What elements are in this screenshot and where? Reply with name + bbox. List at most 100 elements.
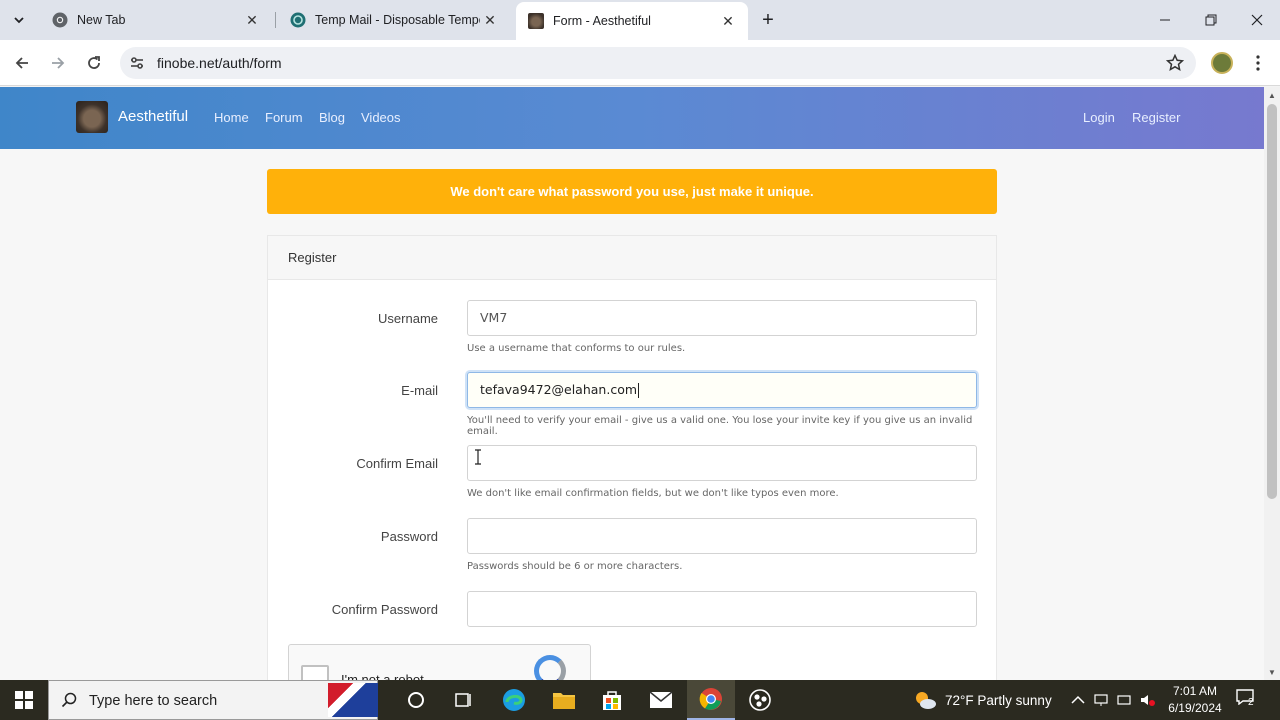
nav-link-videos[interactable]: Videos — [361, 110, 401, 125]
chrome-icon — [52, 12, 68, 28]
partly-sunny-icon — [916, 692, 936, 709]
site-favicon — [528, 13, 544, 29]
card-title: Register — [288, 250, 337, 265]
minimize-button[interactable] — [1142, 0, 1188, 40]
confirm-email-label: Confirm Email — [356, 456, 438, 471]
site-info-icon[interactable] — [128, 54, 146, 72]
password-alert: We don't care what password you use, jus… — [267, 169, 997, 214]
tab-new-tab[interactable]: New Tab ✕ — [40, 0, 272, 40]
taskbar-clock[interactable]: 7:01 AM 6/19/2024 — [1160, 683, 1230, 717]
tab-strip: New Tab ✕ Temp Mail - Disposable Tempo ✕… — [0, 0, 1280, 40]
url-text[interactable]: finobe.net/auth/form — [157, 55, 282, 71]
windows-logo-icon — [15, 691, 33, 709]
weather-text: 72°F Partly sunny — [945, 692, 1052, 708]
edge-taskbar-app[interactable] — [490, 680, 538, 720]
tab-close-button[interactable]: ✕ — [242, 10, 262, 30]
password-label: Password — [380, 529, 438, 544]
mail-icon — [649, 691, 673, 708]
start-button[interactable] — [0, 680, 48, 720]
news-widget-icon[interactable] — [328, 683, 378, 717]
confirm-password-input[interactable] — [467, 591, 977, 627]
restore-button[interactable] — [1188, 0, 1234, 40]
tab-temp-mail[interactable]: Temp Mail - Disposable Tempo ✕ — [278, 0, 510, 40]
username-input[interactable]: VM7 — [467, 300, 977, 336]
extension-icon[interactable] — [1211, 52, 1233, 74]
display-icon[interactable] — [1117, 693, 1131, 707]
network-icon[interactable] — [1094, 693, 1108, 707]
minimize-icon — [1160, 19, 1170, 21]
tab-title: New Tab — [77, 13, 126, 27]
reload-button[interactable] — [79, 48, 109, 78]
tab-search-button[interactable] — [7, 8, 31, 32]
nav-link-home[interactable]: Home — [214, 110, 249, 125]
nav-link-forum[interactable]: Forum — [265, 110, 303, 125]
recaptcha-logo-icon — [534, 655, 566, 680]
forward-button[interactable] — [43, 48, 73, 78]
tab-close-button[interactable]: ✕ — [718, 11, 738, 31]
site-logo[interactable] — [76, 101, 108, 133]
confirm-email-help: We don't like email confirmation fields,… — [467, 488, 839, 499]
scroll-thumb[interactable] — [1267, 104, 1277, 499]
volume-muted-icon[interactable] — [1140, 693, 1156, 707]
confirm-email-input[interactable] — [467, 445, 977, 481]
cortana-button[interactable] — [392, 680, 440, 720]
notification-center-button[interactable]: 2 — [1236, 689, 1258, 709]
system-tray — [1071, 680, 1156, 720]
obs-icon — [749, 689, 771, 711]
tab-close-button[interactable]: ✕ — [480, 10, 500, 30]
text-caret — [638, 383, 640, 398]
nav-link-register[interactable]: Register — [1132, 110, 1180, 125]
recaptcha-checkbox[interactable] — [301, 665, 329, 680]
tab-separator — [275, 12, 276, 28]
obs-taskbar-app[interactable] — [736, 680, 784, 720]
search-icon — [61, 692, 77, 708]
taskbar-search-placeholder: Type here to search — [89, 693, 218, 709]
card-header: Register — [268, 236, 996, 280]
text-cursor-icon — [475, 449, 481, 465]
email-help: You'll need to verify your email - give … — [467, 415, 973, 437]
email-input[interactable]: tefava9472@elahan.com — [467, 372, 977, 408]
site-navbar: Aesthetiful Home Forum Blog Videos Login… — [0, 87, 1264, 149]
store-taskbar-app[interactable] — [588, 680, 636, 720]
browser-menu-button[interactable] — [1250, 51, 1266, 75]
chrome-icon — [699, 688, 722, 710]
chrome-taskbar-app[interactable] — [687, 680, 735, 720]
cortana-circle-icon — [408, 692, 424, 708]
password-input[interactable] — [467, 518, 977, 554]
temp-mail-icon — [290, 12, 306, 28]
weather-widget[interactable]: 72°F Partly sunny — [913, 680, 1052, 720]
bookmark-star-icon[interactable] — [1166, 54, 1184, 72]
confirm-password-label: Confirm Password — [331, 602, 438, 617]
chevron-up-icon[interactable] — [1071, 695, 1085, 705]
tab-form[interactable]: Form - Aesthetiful ✕ — [516, 2, 748, 40]
register-card: Register Username VM7 Use a username tha… — [267, 235, 997, 680]
nav-link-blog[interactable]: Blog — [319, 110, 345, 125]
arrow-right-icon — [52, 57, 65, 69]
page-viewport: Aesthetiful Home Forum Blog Videos Login… — [0, 87, 1264, 680]
task-view-icon — [455, 693, 471, 707]
task-view-button[interactable] — [440, 680, 488, 720]
tab-title: Form - Aesthetiful — [553, 14, 651, 28]
arrow-left-icon — [15, 57, 28, 69]
clock-date: 6/19/2024 — [1168, 701, 1222, 715]
nav-link-login[interactable]: Login — [1083, 110, 1115, 125]
email-value: tefava9472@elahan.com — [480, 382, 638, 397]
file-explorer-taskbar-app[interactable] — [540, 680, 588, 720]
site-brand[interactable]: Aesthetiful — [118, 108, 188, 125]
folder-icon — [553, 693, 575, 709]
address-bar[interactable]: finobe.net/auth/form — [120, 47, 1196, 79]
browser-toolbar: finobe.net/auth/form — [0, 40, 1280, 86]
mail-taskbar-app[interactable] — [637, 680, 685, 720]
password-help: Passwords should be 6 or more characters… — [467, 561, 683, 572]
new-tab-button[interactable]: + — [756, 8, 780, 32]
scroll-down-arrow-icon[interactable]: ▼ — [1264, 664, 1280, 680]
restore-icon — [1205, 14, 1217, 26]
username-label: Username — [378, 311, 438, 326]
scroll-up-arrow-icon[interactable]: ▲ — [1264, 87, 1280, 103]
close-window-button[interactable] — [1234, 0, 1280, 40]
page-scrollbar[interactable]: ▲ ▼ — [1264, 87, 1280, 680]
back-button[interactable] — [7, 48, 37, 78]
more-vert-icon — [1256, 55, 1260, 71]
store-bag-icon — [603, 691, 621, 710]
username-help: Use a username that conforms to our rule… — [467, 343, 686, 354]
